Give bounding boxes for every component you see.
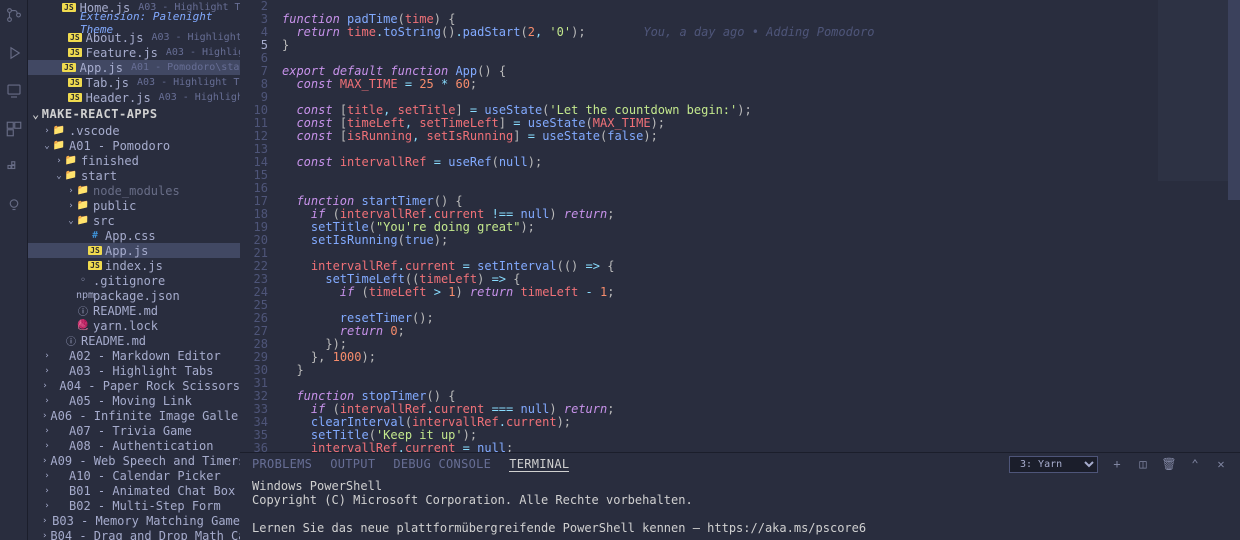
tree-item[interactable]: ⌄📁src (28, 213, 240, 228)
tree-item[interactable]: ›📁public (28, 198, 240, 213)
source-control-icon[interactable] (3, 4, 25, 26)
tree-item[interactable]: ›A02 - Markdown Editor (28, 348, 240, 363)
lightbulb-icon[interactable] (3, 194, 25, 216)
new-terminal-icon[interactable]: + (1110, 457, 1124, 471)
bottom-panel: PROBLEMS OUTPUT DEBUG CONSOLE TERMINAL 3: Y… (240, 452, 1240, 540)
tree-item[interactable]: ⌄📁A01 - Pomodoro (28, 138, 240, 153)
tree-item[interactable]: ›A06 - Infinite Image Gallery (28, 408, 240, 423)
open-editor-extension[interactable]: Extension: Palenight Theme (28, 15, 240, 30)
tree-item[interactable]: ⌄📁start (28, 168, 240, 183)
tree-item[interactable]: ◦.gitignore (28, 273, 240, 288)
trash-icon[interactable]: 🗑 (1162, 457, 1176, 471)
open-editor-tab[interactable]: JS About.jsA03 - Highlight Tabs\start\sr… (28, 30, 240, 45)
editor-group: 2345678910111213141516171819202122232425… (240, 0, 1240, 540)
remote-icon[interactable] (3, 80, 25, 102)
terminal-body[interactable]: Windows PowerShell Copyright (C) Microso… (240, 475, 1240, 540)
open-editor-tab[interactable]: JS Feature.jsA03 - Highlight Tabs\start\… (28, 45, 240, 60)
tree-item[interactable]: #App.css (28, 228, 240, 243)
panel-tab[interactable]: TERMINAL (509, 457, 569, 472)
tree-item[interactable]: ⓘREADME.md (28, 333, 240, 348)
editor-scrollbar[interactable] (1228, 0, 1240, 452)
close-panel-icon[interactable]: ✕ (1214, 457, 1228, 471)
tree-item[interactable]: ›B01 - Animated Chat Box (28, 483, 240, 498)
scroll-thumb[interactable] (1228, 0, 1240, 200)
panel-tab[interactable]: OUTPUT (330, 457, 375, 471)
tree-item[interactable]: ⓘREADME.md (28, 303, 240, 318)
tree-item[interactable]: ›B02 - Multi-Step Form (28, 498, 240, 513)
sidebar: JS Home.jsA03 - Highlight Tabs\start\src… (28, 0, 240, 540)
tree-item[interactable]: ›📁.vscode (28, 123, 240, 138)
tree-item[interactable]: ›A05 - Moving Link (28, 393, 240, 408)
tree-item[interactable]: ›📁finished (28, 153, 240, 168)
terminal-selector[interactable]: 3: Yarn (1009, 456, 1098, 473)
panel-tab[interactable]: DEBUG CONSOLE (393, 457, 491, 471)
chevron-up-icon[interactable]: ⌃ (1188, 457, 1202, 471)
docker-icon[interactable] (3, 156, 25, 178)
activity-bar (0, 0, 28, 540)
debug-icon[interactable] (3, 42, 25, 64)
tree-item[interactable]: 🧶yarn.lock (28, 318, 240, 333)
tree-item[interactable]: npmpackage.json (28, 288, 240, 303)
tree-item[interactable]: ›A09 - Web Speech and Timers (28, 453, 240, 468)
explorer-section-header[interactable]: ⌄MAKE-REACT-APPS (28, 105, 240, 123)
tree-item[interactable]: JSApp.js (28, 243, 240, 258)
tree-item[interactable]: ›📁node_modules (28, 183, 240, 198)
tree-item[interactable]: ›B04 - Drag and Drop Math Card (28, 528, 240, 540)
panel-tab[interactable]: PROBLEMS (252, 457, 312, 471)
open-editor-tab[interactable]: JS App.jsA01 - Pomodoro\start\src (28, 60, 240, 75)
tree-item[interactable]: ›A04 - Paper Rock Scissors (28, 378, 240, 393)
open-editor-tab[interactable]: JS Header.jsA03 - Highlight Tabs\start\s… (28, 90, 240, 105)
split-terminal-icon[interactable]: ◫ (1136, 457, 1150, 471)
open-editors: JS Home.jsA03 - Highlight Tabs\start\src… (28, 0, 240, 105)
tree-item[interactable]: ›A07 - Trivia Game (28, 423, 240, 438)
panel-tabs: PROBLEMS OUTPUT DEBUG CONSOLE TERMINAL 3: Y… (240, 453, 1240, 475)
line-gutter: 2345678910111213141516171819202122232425… (240, 0, 282, 452)
tree-item[interactable]: ›B03 - Memory Matching Game (28, 513, 240, 528)
tree-item[interactable]: ›A08 - Authentication (28, 438, 240, 453)
tree-item[interactable]: ›A03 - Highlight Tabs (28, 363, 240, 378)
editor[interactable]: 2345678910111213141516171819202122232425… (240, 0, 1240, 452)
extensions-icon[interactable] (3, 118, 25, 140)
tree-item[interactable]: JSindex.js (28, 258, 240, 273)
file-tree: ›📁.vscode⌄📁A01 - Pomodoro›📁finished⌄📁sta… (28, 123, 240, 540)
code-area[interactable]: function padTime(time) { return time.toS… (282, 0, 1240, 452)
open-editor-tab[interactable]: JS Tab.jsA03 - Highlight Tabs\start\src\… (28, 75, 240, 90)
tree-item[interactable]: ›A10 - Calendar Picker (28, 468, 240, 483)
